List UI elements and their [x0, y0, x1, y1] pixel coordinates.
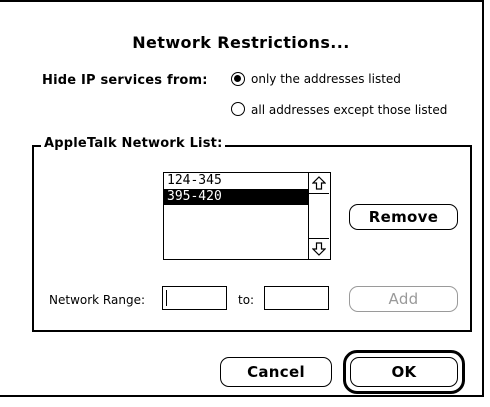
option-only-listed-label[interactable]: only the addresses listed	[251, 72, 401, 86]
scroll-down-arrow[interactable]	[309, 238, 329, 259]
network-restrictions-dialog: Network Restrictions... Hide IP services…	[0, 0, 484, 397]
option-all-except-label[interactable]: all addresses except those listed	[251, 103, 447, 117]
arrow-down-icon	[312, 242, 326, 256]
hide-ip-label: Hide IP services from:	[42, 73, 208, 88]
range-to-input[interactable]	[264, 286, 329, 310]
add-button[interactable]: Add	[349, 286, 458, 312]
range-from-input[interactable]	[162, 286, 227, 310]
list-scrollbar[interactable]	[308, 173, 330, 259]
network-list-items: 124-345 395-420	[164, 173, 308, 259]
radio-selected-dot	[234, 75, 241, 82]
scroll-up-arrow[interactable]	[309, 173, 329, 194]
ok-button[interactable]: OK	[350, 357, 458, 387]
network-range-label: Network Range:	[49, 293, 145, 307]
dialog-title: Network Restrictions...	[132, 33, 350, 52]
to-label: to:	[238, 293, 255, 307]
cancel-button[interactable]: Cancel	[220, 357, 332, 387]
radio-only-listed[interactable]	[231, 72, 245, 86]
remove-button[interactable]: Remove	[349, 204, 458, 230]
text-caret	[166, 290, 167, 306]
radio-all-except-listed[interactable]	[231, 102, 245, 116]
group-legend: AppleTalk Network List:	[41, 136, 226, 151]
list-item-selected[interactable]: 395-420	[164, 189, 308, 205]
arrow-up-icon	[312, 176, 326, 190]
network-list[interactable]: 124-345 395-420	[163, 172, 331, 260]
list-item[interactable]: 124-345	[164, 173, 308, 189]
